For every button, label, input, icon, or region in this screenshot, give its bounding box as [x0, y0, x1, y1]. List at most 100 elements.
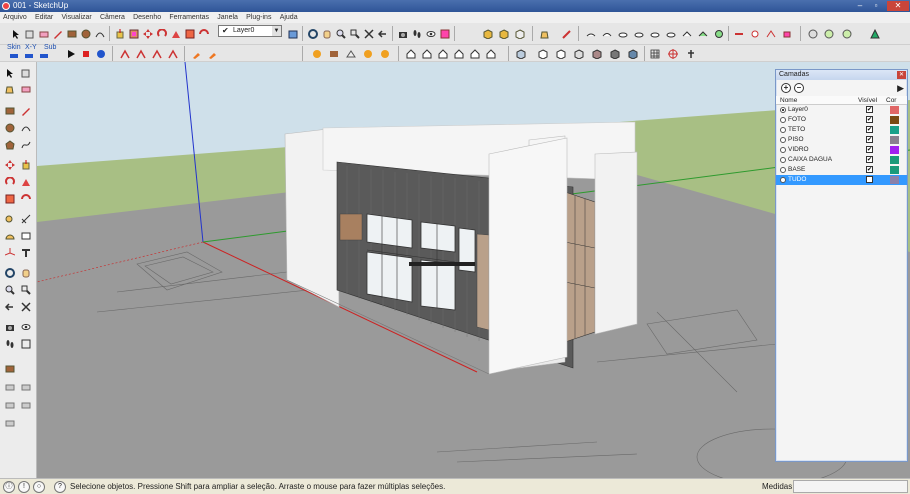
- layer-visible-checkbox[interactable]: ✔: [866, 126, 873, 133]
- make-component-button[interactable]: [23, 27, 37, 41]
- eraser-button[interactable]: [37, 27, 51, 41]
- layer-row[interactable]: FOTO ✔: [776, 115, 907, 125]
- col-visible[interactable]: Visível: [858, 97, 877, 104]
- shadow-tool-2-button[interactable]: [748, 27, 762, 41]
- view-iso-button[interactable]: [404, 47, 418, 61]
- layer-name[interactable]: VIDRO: [788, 145, 809, 155]
- view-top-button[interactable]: [420, 47, 434, 61]
- rotate-button[interactable]: [155, 27, 169, 41]
- menu-ferramentas[interactable]: Ferramentas: [166, 12, 212, 23]
- credits-icon[interactable]: !: [18, 481, 30, 493]
- push-pull-button[interactable]: [113, 27, 127, 41]
- rectangle-button[interactable]: [65, 27, 79, 41]
- measurements-input[interactable]: [793, 480, 908, 493]
- sandbox-from-scratch-tool[interactable]: [19, 380, 33, 394]
- axes-tool-2-button[interactable]: [134, 47, 148, 61]
- close-icon[interactable]: ✕: [887, 1, 909, 11]
- section-plane-button[interactable]: [438, 27, 452, 41]
- position-camera-tool[interactable]: [3, 320, 17, 334]
- freehand-tool[interactable]: [19, 138, 33, 152]
- play-button[interactable]: [64, 47, 78, 61]
- menu-arquivo[interactable]: Arquivo: [0, 12, 30, 23]
- sandbox-tool-7-button[interactable]: [680, 27, 694, 41]
- zoom-button[interactable]: [334, 27, 348, 41]
- face-style-3-button[interactable]: [554, 47, 568, 61]
- protractor-tool[interactable]: [3, 229, 17, 243]
- sandbox-tool-9-button[interactable]: [712, 27, 726, 41]
- active-layer-radio[interactable]: [780, 177, 786, 183]
- active-layer-radio[interactable]: [780, 117, 786, 123]
- sandbox-tool-8-button[interactable]: [696, 27, 710, 41]
- rotate-tool[interactable]: [3, 175, 17, 189]
- drape-tool[interactable]: [3, 416, 17, 430]
- zoom-window-button[interactable]: [348, 27, 362, 41]
- follow-me-tool[interactable]: [19, 175, 33, 189]
- offset-tool-button[interactable]: [197, 27, 211, 41]
- section-plane-tool[interactable]: [19, 337, 33, 351]
- layer-color-swatch[interactable]: [890, 176, 899, 184]
- layer-row[interactable]: PISO ✔: [776, 135, 907, 145]
- sandbox-tool-2-button[interactable]: [600, 27, 614, 41]
- zoom-tool[interactable]: [3, 283, 17, 297]
- position-camera-button[interactable]: [396, 27, 410, 41]
- layer-row[interactable]: BASE ✔: [776, 165, 907, 175]
- paint-tool-2-button[interactable]: [206, 47, 220, 61]
- plugin-2-button[interactable]: [22, 47, 36, 59]
- delete-layer-button[interactable]: –: [794, 83, 804, 93]
- grid-button[interactable]: [648, 47, 662, 61]
- move-tool[interactable]: [3, 158, 17, 172]
- layer-row[interactable]: TUDO: [776, 175, 907, 185]
- previous-view-tool[interactable]: [3, 300, 17, 314]
- layer-visible-checkbox[interactable]: ✔: [866, 156, 873, 163]
- style-5-button[interactable]: [378, 47, 392, 61]
- layer-manager-button[interactable]: [286, 27, 300, 41]
- polygon-tool[interactable]: [3, 138, 17, 152]
- sandbox-from-contours-tool[interactable]: [3, 380, 17, 394]
- layer-row[interactable]: TETO ✔: [776, 125, 907, 135]
- active-layer-radio[interactable]: [780, 157, 786, 163]
- zoom-window-tool[interactable]: [19, 283, 33, 297]
- col-name[interactable]: Nome: [780, 97, 797, 104]
- select-tool[interactable]: [3, 66, 17, 80]
- warehouse-tool[interactable]: [3, 362, 17, 376]
- plugin-3-button[interactable]: [37, 47, 51, 59]
- layer-name[interactable]: CAIXA DAGUA: [788, 155, 832, 165]
- extension-button[interactable]: [868, 27, 882, 41]
- walk-tool[interactable]: [3, 337, 17, 351]
- style-1-button[interactable]: [310, 47, 324, 61]
- pencil-button[interactable]: [51, 27, 65, 41]
- circle-tool[interactable]: [3, 121, 17, 135]
- sandbox-tool-3-button[interactable]: [616, 27, 630, 41]
- menu-visualizar[interactable]: Visualizar: [59, 12, 95, 23]
- user-icon[interactable]: ○: [33, 481, 45, 493]
- zoom-extents-tool[interactable]: [19, 300, 33, 314]
- active-layer-radio[interactable]: [780, 127, 786, 133]
- sandbox-tool-5-button[interactable]: [648, 27, 662, 41]
- active-layer-radio[interactable]: [780, 137, 786, 143]
- layer-visible-checkbox[interactable]: ✔: [866, 146, 873, 153]
- face-style-6-button[interactable]: [608, 47, 622, 61]
- front-view-button[interactable]: [513, 27, 527, 41]
- add-layer-button[interactable]: +: [781, 83, 791, 93]
- top-view-button[interactable]: [497, 27, 511, 41]
- sandbox-tool-1-button[interactable]: [584, 27, 598, 41]
- layer-visible-checkbox[interactable]: ✔: [866, 166, 873, 173]
- layer-name[interactable]: FOTO: [788, 115, 806, 125]
- offset-button[interactable]: [127, 27, 141, 41]
- axes-tool-1-button[interactable]: [118, 47, 132, 61]
- follow-me-button[interactable]: [169, 27, 183, 41]
- sandbox-tool-6-button[interactable]: [664, 27, 678, 41]
- layer-visible-checkbox[interactable]: ✔: [866, 106, 873, 113]
- help-icon[interactable]: ?: [54, 481, 66, 493]
- smoove-tool[interactable]: [3, 398, 17, 412]
- arc-tool[interactable]: [19, 121, 33, 135]
- layer-color-swatch[interactable]: [890, 166, 899, 174]
- zoom-extents-button[interactable]: [362, 27, 376, 41]
- menu-ajuda[interactable]: Ajuda: [277, 12, 301, 23]
- plugin-1-button[interactable]: [7, 47, 21, 59]
- face-style-2-button[interactable]: [536, 47, 550, 61]
- paint-bucket-button[interactable]: [538, 27, 552, 41]
- paint-tool[interactable]: [3, 82, 17, 96]
- col-color[interactable]: Cor: [886, 97, 896, 104]
- layer-row[interactable]: Layer0 ✔: [776, 105, 907, 115]
